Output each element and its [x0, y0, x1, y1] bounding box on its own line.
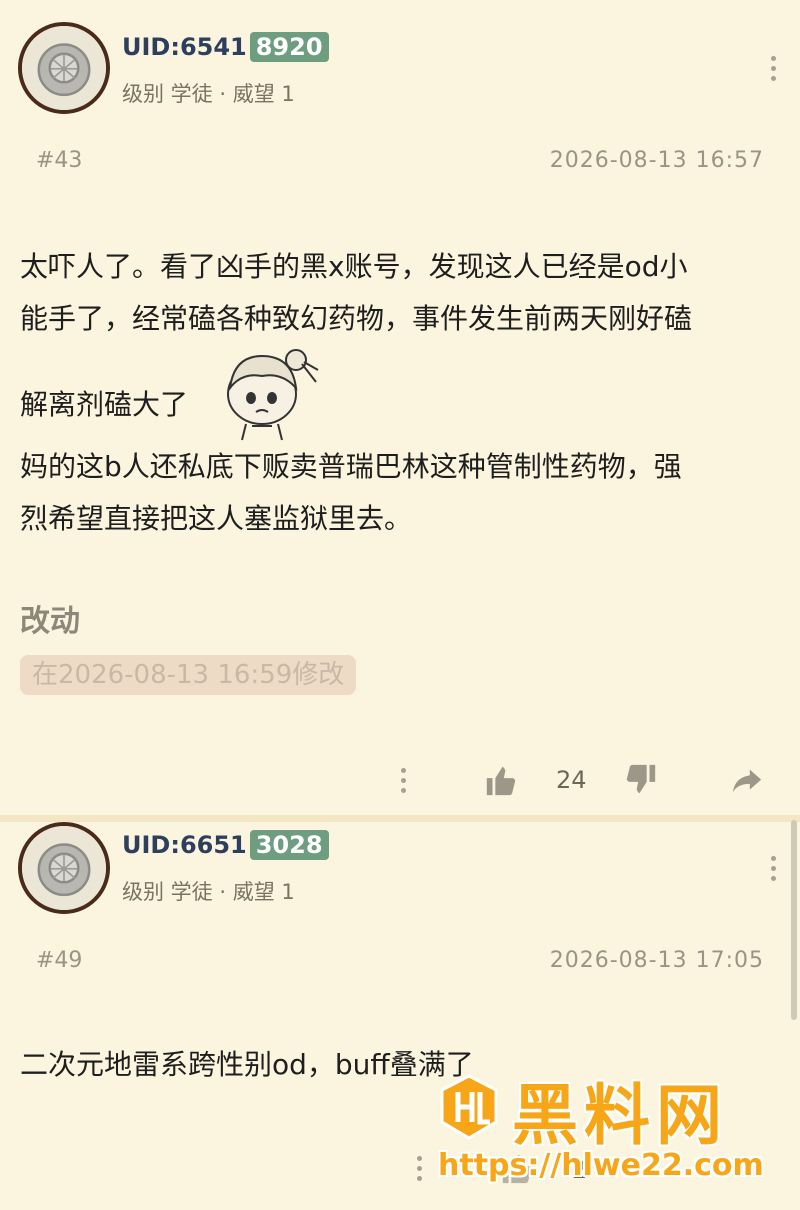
- uid-prefix: UID:6541: [122, 33, 247, 61]
- post-content-line: 太吓人了。看了凶手的黑x账号，发现这人已经是od小: [20, 250, 688, 283]
- user-avatar[interactable]: [18, 22, 110, 114]
- more-actions-icon[interactable]: [414, 1156, 424, 1186]
- post-divider: [0, 815, 800, 822]
- user-level: 级别 学徒 · 威望 1: [122, 82, 295, 106]
- uid-badge: 8920: [249, 32, 329, 62]
- thumbs-up-icon[interactable]: [500, 1152, 534, 1186]
- share-icon[interactable]: [730, 764, 764, 798]
- user-uid[interactable]: UID:6541 8920: [122, 32, 329, 62]
- like-count: 24: [556, 766, 587, 794]
- floor-number: #49: [36, 948, 83, 973]
- edit-section-title: 改动: [20, 604, 80, 639]
- post-action-bar: 2: [0, 1150, 800, 1200]
- uid-prefix: UID:6651: [122, 831, 247, 859]
- post-action-bar: 24: [0, 758, 800, 808]
- thumbs-up-icon[interactable]: [484, 764, 518, 798]
- post-content-line: 二次元地雷系跨性别od，buff叠满了: [20, 1048, 474, 1081]
- user-level: 级别 学徒 · 威望 1: [122, 880, 295, 904]
- post-timestamp: 2026-08-13 16:57: [549, 148, 764, 173]
- post-content-line: 能手了，经常磕各种致幻药物，事件发生前两天刚好磕: [20, 302, 693, 335]
- post-timestamp: 2026-08-13 17:05: [549, 948, 764, 973]
- thumbs-down-icon[interactable]: [624, 762, 658, 796]
- uid-badge: 3028: [249, 830, 329, 860]
- edit-history-tag[interactable]: 在2026-08-13 16:59修改: [20, 655, 357, 695]
- user-uid[interactable]: UID:6651 3028: [122, 830, 329, 860]
- post-content-line: 烈希望直接把这人塞监狱里去。: [20, 502, 413, 535]
- floor-number: #43: [36, 148, 83, 173]
- more-actions-icon[interactable]: [398, 768, 408, 798]
- user-avatar[interactable]: [18, 822, 110, 914]
- post-content-line: 妈的这b人还私底下贩卖普瑞巴林这种管制性药物，强: [20, 450, 682, 483]
- post-content-line: 解离剂磕大了: [20, 388, 189, 421]
- more-options-icon[interactable]: [768, 56, 778, 88]
- helmet-avatar-icon: [22, 26, 106, 110]
- post-43: UID:6541 8920 级别 学徒 · 威望 1 #43 2026-08-1…: [0, 0, 800, 820]
- more-options-icon[interactable]: [768, 856, 778, 888]
- anime-girl-sticker-icon: [227, 349, 319, 441]
- like-count: 2: [572, 1156, 588, 1184]
- helmet-avatar-icon: [22, 826, 106, 910]
- post-49: UID:6651 3028 级别 学徒 · 威望 1 #49 2026-08-1…: [0, 822, 800, 1210]
